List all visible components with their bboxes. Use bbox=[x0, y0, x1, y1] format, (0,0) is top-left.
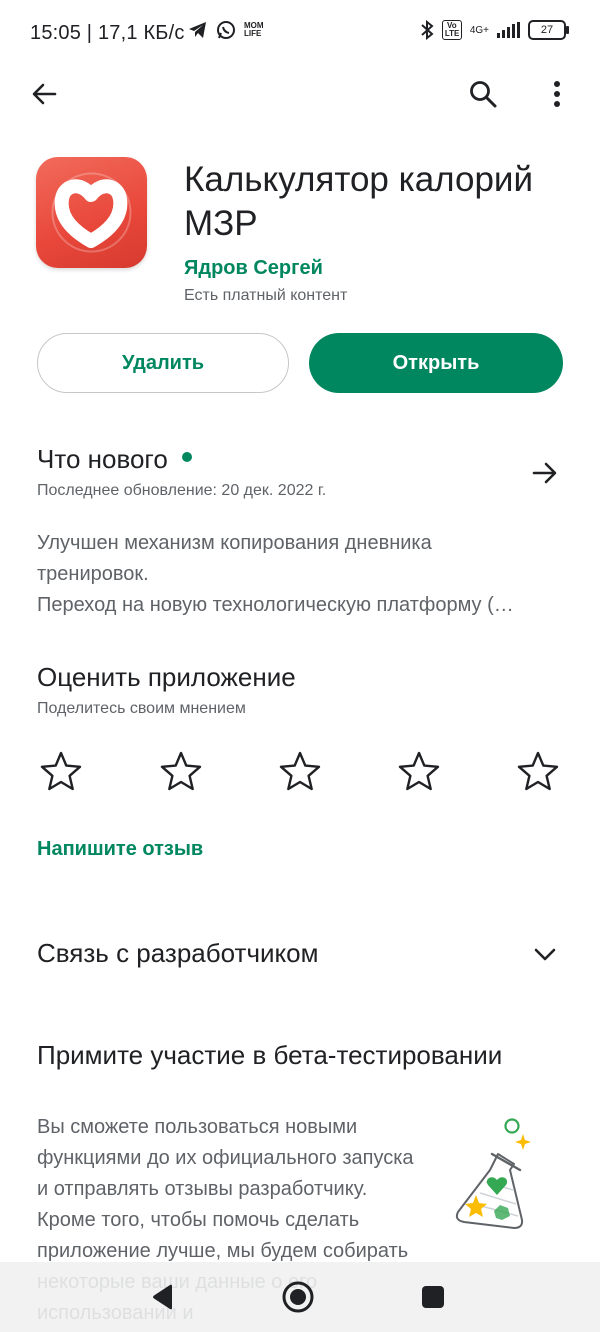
signal-icon bbox=[497, 22, 520, 38]
app-title: Калькулятор калорий МЗР bbox=[184, 160, 534, 243]
nav-recents-icon[interactable] bbox=[421, 1285, 445, 1309]
back-button[interactable] bbox=[22, 72, 66, 116]
app-icon bbox=[36, 157, 147, 268]
search-icon bbox=[470, 81, 497, 108]
rate-app-heading: Оценить приложение bbox=[37, 662, 296, 692]
beta-heading: Примите участие в бета-тестировании bbox=[37, 1040, 503, 1070]
chevron-down-icon bbox=[534, 948, 556, 961]
last-updated: Последнее обновление: 20 дек. 2022 г. bbox=[37, 482, 327, 499]
status-system-icons: Vo LTE 4G+ 27 bbox=[420, 20, 569, 40]
mom-life-icon: MOM LIFE bbox=[244, 21, 264, 38]
developer-link[interactable]: Ядров Сергей bbox=[184, 257, 323, 280]
uninstall-button[interactable]: Удалить bbox=[37, 333, 289, 393]
bluetooth-icon bbox=[421, 20, 434, 40]
whats-new-text: Улучшен механизм копирования дневника тр… bbox=[37, 528, 567, 621]
whats-new-heading[interactable]: Что нового bbox=[37, 444, 192, 475]
star-2-icon[interactable] bbox=[160, 750, 202, 792]
battery-icon: 27 bbox=[528, 20, 569, 40]
whats-new-line: тренировок. bbox=[37, 563, 149, 585]
status-notification-icons: MOM LIFE bbox=[188, 20, 266, 40]
top-app-bar bbox=[0, 68, 600, 124]
in-app-purchases-notice: Есть платный контент bbox=[184, 287, 348, 304]
m-logo-icon bbox=[51, 172, 132, 253]
star-3-icon[interactable] bbox=[279, 750, 321, 792]
volte-icon: Vo LTE bbox=[441, 20, 462, 40]
whats-new-title: Что нового bbox=[37, 444, 168, 474]
whats-new-line: Улучшен механизм копирования дневника bbox=[37, 532, 432, 554]
arrow-left-icon bbox=[32, 83, 57, 105]
new-indicator-dot bbox=[181, 452, 192, 463]
arrow-right-icon bbox=[532, 462, 557, 484]
telegram-icon bbox=[189, 22, 206, 38]
flask-icon bbox=[455, 1118, 531, 1229]
status-time: 15:05 | 17,1 КБ/с bbox=[30, 22, 185, 44]
nav-home-icon[interactable] bbox=[281, 1280, 315, 1314]
nav-back-icon[interactable] bbox=[150, 1283, 176, 1311]
contact-expand-button[interactable] bbox=[528, 940, 562, 970]
network-type: 4G+ bbox=[469, 24, 489, 36]
whatsapp-icon bbox=[217, 21, 235, 39]
write-review-link[interactable]: Напишите отзыв bbox=[37, 838, 203, 861]
whats-new-line: Переход на новую технологическую платфор… bbox=[37, 594, 514, 616]
rate-app-subtitle: Поделитесь своим мнением bbox=[37, 700, 246, 717]
more-options-button[interactable] bbox=[535, 72, 579, 116]
star-5-icon[interactable] bbox=[517, 750, 559, 792]
open-button[interactable]: Открыть bbox=[309, 333, 563, 393]
status-bar: 15:05 | 17,1 КБ/с MOM LIFE Vo LTE 4G+ 27 bbox=[0, 0, 600, 68]
rating-stars bbox=[40, 750, 560, 792]
navigation-bar bbox=[0, 1262, 600, 1332]
contact-developer-heading[interactable]: Связь с разработчиком bbox=[37, 938, 319, 969]
star-1-icon[interactable] bbox=[40, 750, 82, 792]
star-4-icon[interactable] bbox=[398, 750, 440, 792]
more-vert-icon bbox=[554, 81, 560, 107]
whats-new-arrow-button[interactable] bbox=[524, 452, 566, 494]
search-button[interactable] bbox=[461, 72, 505, 116]
